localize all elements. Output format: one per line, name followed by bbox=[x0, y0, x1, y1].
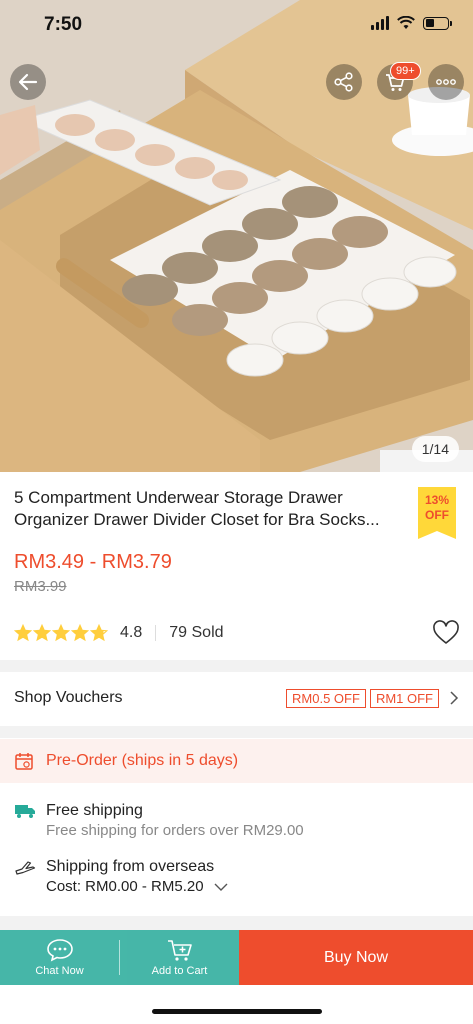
shipping-from-row: Shipping from overseas Cost: RM0.00 - RM… bbox=[14, 857, 454, 897]
chat-icon bbox=[46, 939, 73, 962]
free-shipping-row: Free shipping Free shipping for orders o… bbox=[14, 801, 454, 841]
chevron-right-icon bbox=[450, 691, 459, 705]
more-options-button[interactable] bbox=[428, 64, 464, 100]
wifi-icon bbox=[397, 16, 415, 29]
plane-icon bbox=[15, 861, 36, 875]
chevron-down-icon[interactable] bbox=[214, 883, 228, 892]
original-price: RM3.99 bbox=[14, 578, 67, 595]
chat-now-button[interactable]: Chat Now bbox=[0, 930, 119, 985]
signal-icon bbox=[371, 16, 389, 30]
shipping-cost-label: Cost: RM0.00 - RM5.20 bbox=[46, 878, 204, 895]
divider bbox=[155, 625, 157, 641]
voucher-chip: RM0.5 OFF bbox=[286, 688, 366, 708]
buy-now-button[interactable]: Buy Now bbox=[239, 930, 473, 985]
shop-vouchers-row[interactable]: Shop Vouchers RM0.5 OFF RM1 OFF bbox=[0, 672, 473, 724]
rating-value: 4.8 bbox=[120, 624, 143, 641]
share-icon bbox=[334, 72, 353, 92]
back-button[interactable] bbox=[10, 64, 46, 100]
image-counter: 1/14 bbox=[411, 436, 459, 462]
rating-stars bbox=[14, 624, 108, 642]
product-image-gallery[interactable]: 7:50 99+ 1/14 bbox=[0, 0, 473, 472]
star-icon bbox=[14, 624, 32, 642]
home-indicator bbox=[152, 1009, 322, 1014]
add-to-cart-button[interactable]: Add to Cart bbox=[120, 930, 239, 985]
preorder-text: Pre-Order (ships in 5 days) bbox=[46, 752, 239, 769]
star-icon bbox=[33, 624, 51, 642]
status-indicators bbox=[371, 16, 452, 30]
rating-row: 4.8 79 Sold bbox=[14, 620, 460, 646]
star-icon bbox=[52, 624, 70, 642]
star-icon bbox=[90, 624, 108, 642]
back-arrow-icon bbox=[18, 73, 38, 91]
share-button[interactable] bbox=[326, 64, 362, 100]
calendar-icon bbox=[15, 753, 33, 770]
shipping-section[interactable]: Free shipping Free shipping for orders o… bbox=[14, 801, 454, 897]
voucher-chip: RM1 OFF bbox=[369, 688, 439, 708]
section-gap bbox=[0, 660, 473, 672]
status-time: 7:50 bbox=[44, 14, 83, 35]
bottom-action-bar: Chat Now Add to Cart Buy Now bbox=[0, 930, 473, 985]
section-gap bbox=[0, 726, 473, 738]
more-icon bbox=[436, 79, 456, 85]
free-shipping-title: Free shipping bbox=[46, 802, 143, 819]
sold-count: 79 Sold bbox=[169, 624, 224, 641]
add-to-cart-label: Add to Cart bbox=[151, 965, 208, 977]
price-range: RM3.49 - RM3.79 bbox=[14, 551, 172, 573]
add-to-cart-icon bbox=[167, 940, 192, 961]
free-shipping-desc: Free shipping for orders over RM29.00 bbox=[46, 822, 304, 839]
shop-vouchers-label: Shop Vouchers bbox=[14, 689, 123, 706]
shipping-from-location: overseas bbox=[149, 858, 215, 875]
voucher-chips: RM0.5 OFF RM1 OFF bbox=[286, 688, 459, 708]
truck-icon bbox=[15, 805, 35, 818]
section-gap bbox=[0, 916, 473, 930]
star-icon bbox=[71, 624, 89, 642]
chat-now-label: Chat Now bbox=[35, 965, 84, 977]
discount-badge: 13% OFF bbox=[418, 487, 456, 539]
heart-icon[interactable] bbox=[432, 620, 460, 646]
shipping-cost: Cost: RM0.00 - RM5.20 bbox=[46, 877, 228, 897]
battery-icon bbox=[423, 16, 452, 30]
discount-label: OFF bbox=[425, 508, 449, 522]
discount-percent: 13% bbox=[424, 493, 450, 507]
shipping-from-prefix: Shipping from bbox=[46, 858, 145, 875]
shipping-from-text: Shipping from overseas bbox=[46, 857, 228, 877]
product-title: 5 Compartment Underwear Storage Drawer O… bbox=[14, 488, 380, 529]
preorder-banner: Pre-Order (ships in 5 days) bbox=[0, 739, 473, 783]
cart-count-badge: 99+ bbox=[390, 62, 421, 80]
